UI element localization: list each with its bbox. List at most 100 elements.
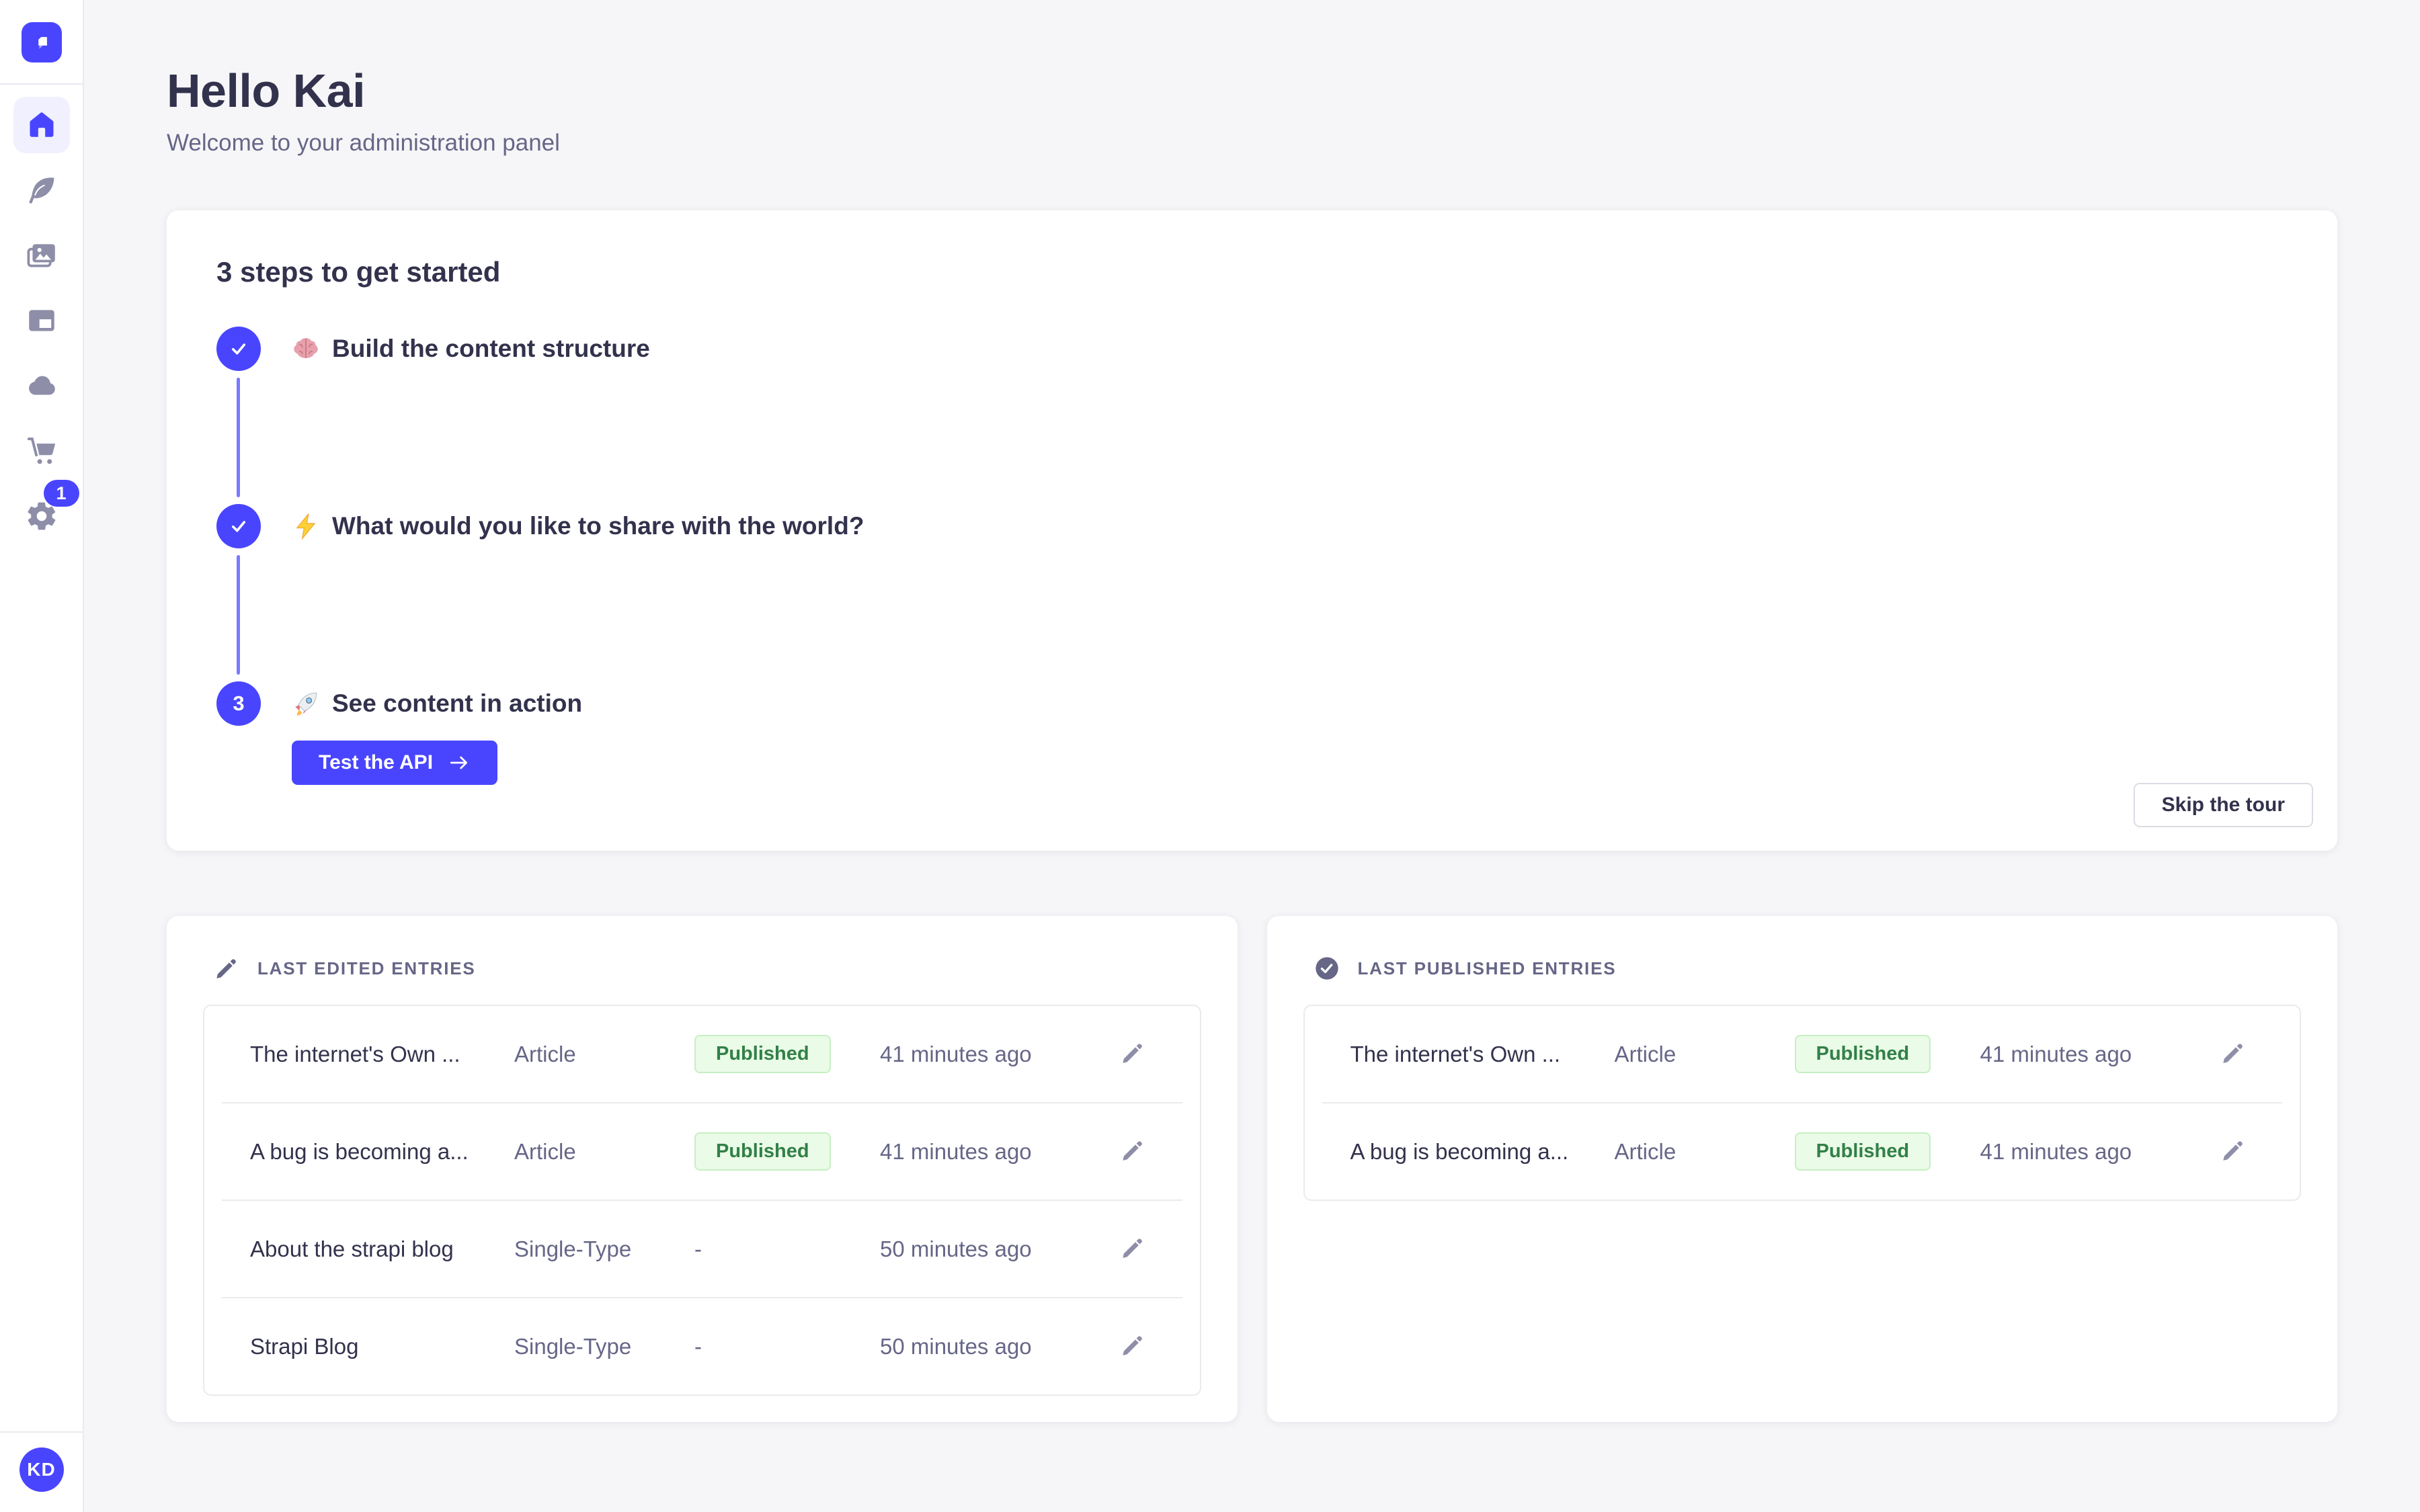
layout-icon [25, 304, 58, 337]
sidebar-item-settings[interactable]: 1 [13, 488, 70, 544]
step-connector-2 [237, 555, 240, 675]
last-edited-panel: LAST EDITED ENTRIES The internet's Own .… [167, 916, 1238, 1422]
step-1-label: Build the content structure [292, 335, 650, 363]
last-edited-header: LAST EDITED ENTRIES [203, 955, 1201, 982]
entry-type: Article [514, 1139, 694, 1165]
onboarding-card: 3 steps to get started Build the content… [167, 210, 2337, 851]
entry-time: 41 minutes ago [880, 1042, 1118, 1067]
test-api-label: Test the API [319, 751, 433, 774]
last-published-panel: LAST PUBLISHED ENTRIES The internet's Ow… [1267, 916, 2338, 1422]
cloud-icon [25, 369, 58, 403]
last-published-title: LAST PUBLISHED ENTRIES [1358, 958, 1617, 979]
step-3-label: See content in action [292, 689, 582, 718]
entry-time: 50 minutes ago [880, 1334, 1118, 1359]
sidebar-footer-divider [0, 1431, 83, 1433]
onboarding-steps: Build the content structure What would y… [216, 327, 2288, 785]
pencil-icon [1119, 1137, 1146, 1164]
edit-entry-button[interactable] [1118, 1040, 1147, 1069]
entry-time: 41 minutes ago [1980, 1139, 2218, 1165]
entry-type: Single-Type [514, 1236, 694, 1262]
feather-icon [25, 173, 58, 207]
entry-time: 41 minutes ago [880, 1139, 1118, 1165]
skip-tour-button[interactable]: Skip the tour [2134, 783, 2313, 827]
entry-title: The internet's Own ... [1350, 1042, 1615, 1067]
sidebar: 1 KD [0, 0, 84, 1512]
step-3-number-circle: 3 [216, 681, 261, 726]
last-edited-table: The internet's Own ... Article Published… [203, 1005, 1201, 1396]
step-row-3: 3 See content in action [216, 681, 2288, 726]
edit-entry-button[interactable] [2218, 1137, 2248, 1167]
strapi-logo[interactable] [22, 22, 62, 62]
table-row: The internet's Own ... Article Published… [1305, 1006, 2300, 1102]
step-2-text: What would you like to share with the wo… [332, 512, 864, 540]
sidebar-item-marketplace[interactable] [13, 423, 70, 479]
status-badge: Published [1795, 1132, 1931, 1171]
sidebar-divider [0, 83, 83, 85]
edit-entry-button[interactable] [1118, 1332, 1147, 1361]
onboarding-title: 3 steps to get started [216, 256, 2288, 288]
entry-type: Article [1615, 1139, 1795, 1165]
entry-type: Article [514, 1042, 694, 1067]
brain-emoji [292, 335, 320, 363]
edit-entry-button[interactable] [2218, 1040, 2248, 1069]
step-1-check-circle [216, 327, 261, 371]
entry-title: The internet's Own ... [250, 1042, 514, 1067]
entry-time: 41 minutes ago [1980, 1042, 2218, 1067]
entry-type: Article [1615, 1042, 1795, 1067]
step-2-label: What would you like to share with the wo… [292, 512, 864, 540]
pencil-icon [213, 955, 240, 982]
strapi-logo-icon [29, 30, 54, 55]
test-api-button[interactable]: Test the API [292, 741, 497, 785]
check-circle-icon [1314, 955, 1340, 982]
entry-title: About the strapi blog [250, 1236, 514, 1262]
pencil-icon [1119, 1234, 1146, 1261]
page-subtitle: Welcome to your administration panel [167, 130, 2337, 157]
pencil-icon [1119, 1040, 1146, 1066]
sidebar-item-cloud[interactable] [13, 358, 70, 414]
edit-entry-button[interactable] [1118, 1137, 1147, 1167]
home-icon [25, 108, 58, 142]
edit-entry-button[interactable] [1118, 1234, 1147, 1264]
entry-title: A bug is becoming a... [1350, 1139, 1615, 1165]
page-title: Hello Kai [167, 64, 2337, 118]
table-row: The internet's Own ... Article Published… [204, 1006, 1200, 1102]
sidebar-item-home[interactable] [13, 97, 70, 153]
step-row-2: What would you like to share with the wo… [216, 504, 2288, 548]
sidebar-footer: KD [0, 1431, 83, 1512]
status-badge: Published [1795, 1035, 1931, 1073]
rocket-emoji [292, 689, 320, 718]
table-row: A bug is becoming a... Article Published… [204, 1103, 1200, 1200]
table-row: Strapi Blog Single-Type - 50 minutes ago [204, 1298, 1200, 1394]
status-empty: - [694, 1236, 880, 1262]
arrow-right-icon [448, 751, 471, 774]
pencil-icon [1119, 1332, 1146, 1359]
entries-panels: LAST EDITED ENTRIES The internet's Own .… [167, 916, 2337, 1422]
pencil-icon [2220, 1137, 2247, 1164]
step-3-text: See content in action [332, 689, 582, 718]
status-badge: Published [694, 1035, 831, 1073]
last-published-header: LAST PUBLISHED ENTRIES [1303, 955, 2302, 982]
table-row: About the strapi blog Single-Type - 50 m… [204, 1201, 1200, 1297]
bolt-emoji [292, 512, 320, 540]
sidebar-item-layout[interactable] [13, 292, 70, 349]
table-row: A bug is becoming a... Article Published… [1305, 1103, 2300, 1200]
main-content: Hello Kai Welcome to your administration… [84, 0, 2420, 1512]
entry-title: Strapi Blog [250, 1334, 514, 1359]
check-icon [227, 337, 251, 361]
user-avatar[interactable]: KD [19, 1447, 64, 1492]
step-2-check-circle [216, 504, 261, 548]
entry-type: Single-Type [514, 1334, 694, 1359]
sidebar-item-media-library[interactable] [13, 227, 70, 284]
settings-notification-badge: 1 [44, 480, 79, 507]
media-library-icon [25, 239, 58, 272]
step-connector-1 [237, 378, 240, 497]
status-badge: Published [694, 1132, 831, 1171]
last-published-table: The internet's Own ... Article Published… [1303, 1005, 2302, 1201]
entry-time: 50 minutes ago [880, 1236, 1118, 1262]
status-empty: - [694, 1334, 880, 1359]
pencil-icon [2220, 1040, 2247, 1066]
step-1-text: Build the content structure [332, 335, 650, 363]
sidebar-item-content-type-builder[interactable] [13, 162, 70, 218]
check-icon [227, 514, 251, 538]
sidebar-nav: 1 [13, 97, 70, 544]
